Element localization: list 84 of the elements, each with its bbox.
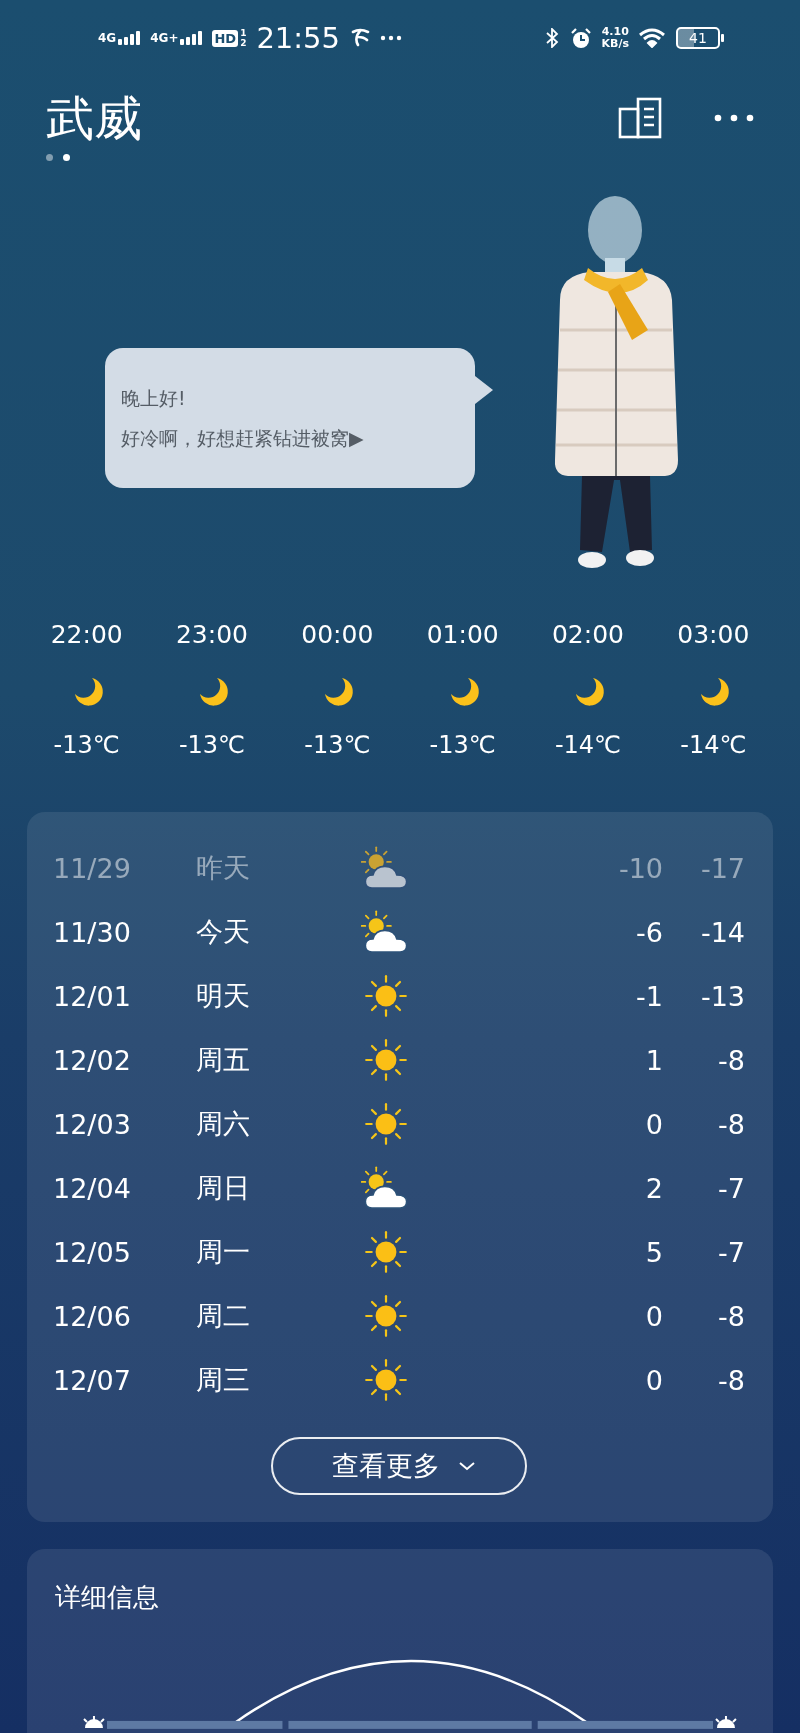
speed-unit: KB/s <box>601 38 629 50</box>
hour-temperature: -14℃ <box>554 730 622 761</box>
low-temperature: -8 <box>717 1364 745 1396</box>
hour-temperature: -13℃ <box>304 730 371 761</box>
forecast-date: 11/29 <box>53 852 132 884</box>
page-dot[interactable] <box>63 154 70 161</box>
sunset-icon <box>713 1714 739 1729</box>
sim-slot: 1 <box>240 28 247 38</box>
forecast-date: 12/03 <box>53 1108 132 1140</box>
bubble-pointer <box>475 376 493 404</box>
low-temperature: -7 <box>717 1236 745 1268</box>
sun-icon <box>364 1358 408 1402</box>
high-temperature: -1 <box>635 980 663 1012</box>
low-temperature: -7 <box>717 1172 745 1204</box>
forecast-day: 昨天 <box>196 850 356 886</box>
signal-icon <box>180 31 203 45</box>
more-dots-icon <box>380 35 402 41</box>
signal-icon <box>118 31 141 45</box>
forecast-date: 12/04 <box>53 1172 132 1204</box>
hour-time: 02:00 <box>551 619 624 651</box>
hour-time: 22:00 <box>50 619 123 651</box>
high-temperature: 0 <box>644 1300 663 1332</box>
section-title: 详细信息 <box>55 1581 160 1614</box>
hour-temperature: -13℃ <box>53 730 120 761</box>
high-temperature: 1 <box>644 1044 663 1076</box>
high-temperature: -6 <box>635 916 663 948</box>
low-temperature: -13 <box>699 980 745 1012</box>
city-name: 武威 <box>46 89 142 148</box>
sun-icon <box>364 1294 408 1338</box>
chevron-down-icon <box>458 1461 476 1471</box>
alarm-clock-icon <box>569 27 592 49</box>
hour-time: 03:00 <box>677 619 750 651</box>
forecast-day: 明天 <box>196 978 356 1014</box>
forecast-day: 周六 <box>196 1106 356 1142</box>
forecast-day: 周三 <box>196 1362 356 1398</box>
city-list-button[interactable] <box>618 97 662 139</box>
hd-badge: HD <box>212 29 239 47</box>
page-dot[interactable] <box>46 154 53 161</box>
network-type: 4G+ <box>150 31 179 45</box>
low-temperature: -8 <box>717 1108 745 1140</box>
hour-time: 23:00 <box>175 619 248 651</box>
carrier-icon <box>350 28 370 48</box>
greeting-text: 晚上好! <box>121 386 187 411</box>
forecast-day: 周一 <box>196 1234 356 1270</box>
city-list-icon <box>618 97 662 139</box>
forecast-date: 12/02 <box>53 1044 132 1076</box>
sunrise-icon <box>81 1714 107 1729</box>
sim-slot: 2 <box>240 38 247 48</box>
sun-icon <box>364 1230 408 1274</box>
low-temperature: -14 <box>699 916 745 948</box>
low-temperature: -8 <box>717 1300 745 1332</box>
hour-time: 01:00 <box>426 619 499 651</box>
high-temperature: -10 <box>617 852 663 884</box>
high-temperature: 0 <box>644 1364 663 1396</box>
battery-level: 41 <box>676 27 720 49</box>
wifi-icon <box>639 28 666 48</box>
high-temperature: 2 <box>644 1172 663 1204</box>
network-speed: 4.10 <box>601 26 629 38</box>
sun-icon <box>364 1102 408 1146</box>
forecast-day: 周五 <box>196 1042 356 1078</box>
forecast-date: 11/30 <box>53 916 132 948</box>
sun-icon <box>364 974 408 1018</box>
network-type: 4G <box>98 31 117 45</box>
hour-temperature: -13℃ <box>429 730 496 761</box>
forecast-date: 12/06 <box>53 1300 132 1332</box>
show-more-button[interactable]: 查看更多 <box>271 1437 527 1495</box>
forecast-date: 12/05 <box>53 1236 132 1268</box>
sun-icon <box>364 1038 408 1082</box>
forecast-day: 周二 <box>196 1298 356 1334</box>
more-button[interactable] <box>714 114 754 122</box>
low-temperature: -17 <box>699 852 745 884</box>
hour-time: 00:00 <box>301 619 374 651</box>
hour-temperature: -13℃ <box>178 730 246 761</box>
hour-temperature: -14℃ <box>680 730 747 761</box>
forecast-date: 12/07 <box>53 1364 132 1396</box>
more-icon <box>714 114 754 122</box>
forecast-date: 12/01 <box>53 980 132 1012</box>
high-temperature: 0 <box>644 1108 663 1140</box>
low-temperature: -8 <box>717 1044 745 1076</box>
clock: 21:55 <box>256 21 340 55</box>
greeting-text: 好冷啊，好想赶紧钻进被窝▶ <box>121 426 365 451</box>
forecast-day: 今天 <box>196 914 356 950</box>
forecast-day: 周日 <box>196 1170 356 1206</box>
high-temperature: 5 <box>644 1236 663 1268</box>
